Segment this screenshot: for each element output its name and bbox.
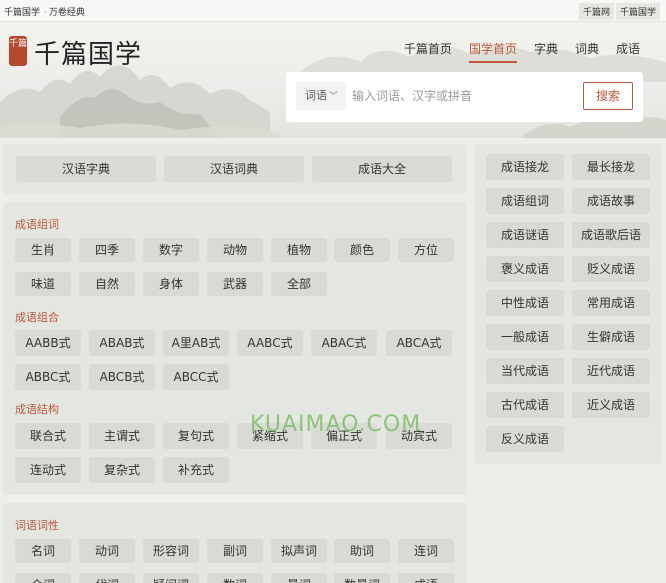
chip-shenti[interactable]: 身体 <box>143 272 199 296</box>
chip-buchong[interactable]: 补充式 <box>163 457 229 483</box>
sidebar-link-chengyu-miyu[interactable]: 成语谜语 <box>486 222 564 248</box>
chip-shuci[interactable]: 数词 <box>207 573 263 583</box>
sidebar-link-changyong[interactable]: 常用成语 <box>572 290 650 316</box>
section-title-ciyu-cixing: 词语词性 <box>15 519 59 532</box>
chip-abbc[interactable]: ABBC式 <box>15 364 81 390</box>
nav-item-zidian[interactable]: 字典 <box>534 40 558 61</box>
chip-dongci[interactable]: 动词 <box>79 539 135 563</box>
chip-yiwenci[interactable]: 疑问词 <box>143 573 199 583</box>
nav-item-chengyu[interactable]: 成语 <box>616 40 640 61</box>
sidebar-link-chengyu-gushi[interactable]: 成语故事 <box>572 188 650 214</box>
sidebar-link-jindai[interactable]: 近代成语 <box>572 358 650 384</box>
chip-liangci[interactable]: 量词 <box>271 573 327 583</box>
chip-daici[interactable]: 代词 <box>79 573 135 583</box>
chip-jieci[interactable]: 介词 <box>15 573 71 583</box>
ciyu-cixing-panel: 词语词性 名词 动词 形容词 副词 拟声词 助词 连词 介词 代词 疑问词 数词… <box>3 503 466 583</box>
sidebar-link-dangdai[interactable]: 当代成语 <box>486 358 564 384</box>
sidebar-link-baoyi[interactable]: 褒义成语 <box>486 256 564 282</box>
top-bar-link-qianpian[interactable]: 千篇网 <box>578 3 614 20</box>
search-input[interactable] <box>352 82 577 110</box>
chip-zhuwei[interactable]: 主谓式 <box>89 423 155 449</box>
nav-item-guoxue-home[interactable]: 国学首页 <box>468 40 517 63</box>
chip-liandong[interactable]: 连动式 <box>15 457 81 483</box>
link-hanyu-cidian[interactable]: 汉语词典 <box>164 156 304 182</box>
chip-zhuci[interactable]: 助词 <box>334 539 390 563</box>
sidebar-link-fanyi[interactable]: 反义成语 <box>486 426 564 452</box>
sidebar-link-gudai[interactable]: 古代成语 <box>486 392 564 418</box>
top-bar-separator: · <box>44 8 47 18</box>
chip-yanse[interactable]: 颜色 <box>334 238 390 262</box>
sidebar-link-bianyi[interactable]: 贬义成语 <box>572 256 650 282</box>
section-title-chengyu-zuhe: 成语组合 <box>15 311 59 324</box>
chip-nishengci[interactable]: 拟声词 <box>271 539 327 563</box>
chip-abac[interactable]: ABAC式 <box>311 330 377 356</box>
sidebar-link-shengpi[interactable]: 生僻成语 <box>572 324 650 350</box>
chip-chengyu[interactable]: 成语 <box>398 573 454 583</box>
chip-xingrongci[interactable]: 形容词 <box>143 539 199 563</box>
chip-abca[interactable]: ABCA式 <box>386 330 452 356</box>
chevron-down-icon: ﹀ <box>329 92 339 102</box>
search-button[interactable]: 搜索 <box>583 82 633 110</box>
chip-lianci[interactable]: 连词 <box>398 539 454 563</box>
top-bar: 千篇国学 · 万卷经典 千篇网 千篇国学 <box>0 0 666 22</box>
sidebar-links-panel: 成语接龙 最长接龙 成语组词 成语故事 成语谜语 成语歌后语 褒义成语 贬义成语… <box>474 144 662 464</box>
chip-zhiwu[interactable]: 植物 <box>271 238 327 262</box>
chip-aabb[interactable]: AABB式 <box>15 330 81 356</box>
sidebar-link-yiban[interactable]: 一般成语 <box>486 324 564 350</box>
chip-aabc[interactable]: AABC式 <box>237 330 303 356</box>
chip-dongwu[interactable]: 动物 <box>207 238 263 262</box>
chip-fuza[interactable]: 复杂式 <box>89 457 155 483</box>
nav-item-cidian[interactable]: 词典 <box>575 40 599 61</box>
search-type-label: 词语 <box>305 89 327 102</box>
chip-shuzi[interactable]: 数字 <box>143 238 199 262</box>
chip-quanbu[interactable]: 全部 <box>271 272 327 296</box>
chip-alab[interactable]: A里AB式 <box>163 330 229 356</box>
logo-seal-text: 千篇 <box>9 39 28 49</box>
top-bar-link-guoxue[interactable]: 千篇国学 <box>615 3 660 20</box>
main-nav: 千篇首页 国学首页 字典 词典 成语 <box>387 40 640 63</box>
link-hanyu-zidian[interactable]: 汉语字典 <box>16 156 156 182</box>
search-type-select[interactable]: 词语 ﹀ <box>296 82 346 110</box>
top-bar-left: 千篇国学 · 万卷经典 <box>4 5 87 18</box>
chip-fangwei[interactable]: 方位 <box>398 238 454 262</box>
sidebar-link-jinyi[interactable]: 近义成语 <box>572 392 650 418</box>
sidebar-link-chengyu-zuci[interactable]: 成语组词 <box>486 188 564 214</box>
section-title-chengyu-zuci: 成语组词 <box>15 218 59 231</box>
top-bar-slogan: 万卷经典 <box>48 8 85 18</box>
search-box: 词语﹀ 搜索 <box>286 72 643 122</box>
link-chengyu-daquan[interactable]: 成语大全 <box>312 156 452 182</box>
chip-shengxiao[interactable]: 生肖 <box>15 238 71 262</box>
chip-weidao[interactable]: 味道 <box>15 272 71 296</box>
top-bar-site-link[interactable]: 千篇国学 <box>4 8 40 18</box>
chip-wuqi[interactable]: 武器 <box>207 272 263 296</box>
sidebar-link-chengyu-jielong[interactable]: 成语接龙 <box>486 154 564 180</box>
site-logo-title[interactable]: 千篇国学 <box>34 34 142 71</box>
chip-abab[interactable]: ABAB式 <box>89 330 155 356</box>
chip-abcc[interactable]: ABCC式 <box>163 364 229 390</box>
chip-siji[interactable]: 四季 <box>79 238 135 262</box>
header-banner: 千篇 千篇国学 千篇首页国学首页字典词典成语 词语﹀ 搜索 <box>0 22 666 138</box>
chip-fuju[interactable]: 复句式 <box>163 423 229 449</box>
nav-item-qianpian-home[interactable]: 千篇首页 <box>404 40 452 61</box>
sidebar-link-chengyu-gehouyu[interactable]: 成语歌后语 <box>572 222 650 248</box>
chip-lianhe[interactable]: 联合式 <box>15 423 81 449</box>
dictionary-links-panel: 汉语字典 汉语词典 成语大全 <box>3 144 466 194</box>
sidebar-link-zuichang-jielong[interactable]: 最长接龙 <box>572 154 650 180</box>
chip-fuci[interactable]: 副词 <box>207 539 263 563</box>
top-bar-right: 千篇网 千篇国学 <box>577 3 660 20</box>
section-title-chengyu-jiegou: 成语结构 <box>15 403 59 416</box>
sidebar-link-zhongxing[interactable]: 中性成语 <box>486 290 564 316</box>
watermark: KUAIMAO.COM <box>250 412 422 437</box>
chip-mingci[interactable]: 名词 <box>15 539 71 563</box>
chip-shuliangci[interactable]: 数量词 <box>334 573 390 583</box>
chengyu-categories-panel: 成语组词 生肖 四季 数字 动物 植物 颜色 方位 味道 自然 身体 武器 全部… <box>3 202 466 495</box>
logo-seal[interactable]: 千篇 <box>9 36 27 66</box>
chip-ziran[interactable]: 自然 <box>79 272 135 296</box>
chip-abcb[interactable]: ABCB式 <box>89 364 155 390</box>
